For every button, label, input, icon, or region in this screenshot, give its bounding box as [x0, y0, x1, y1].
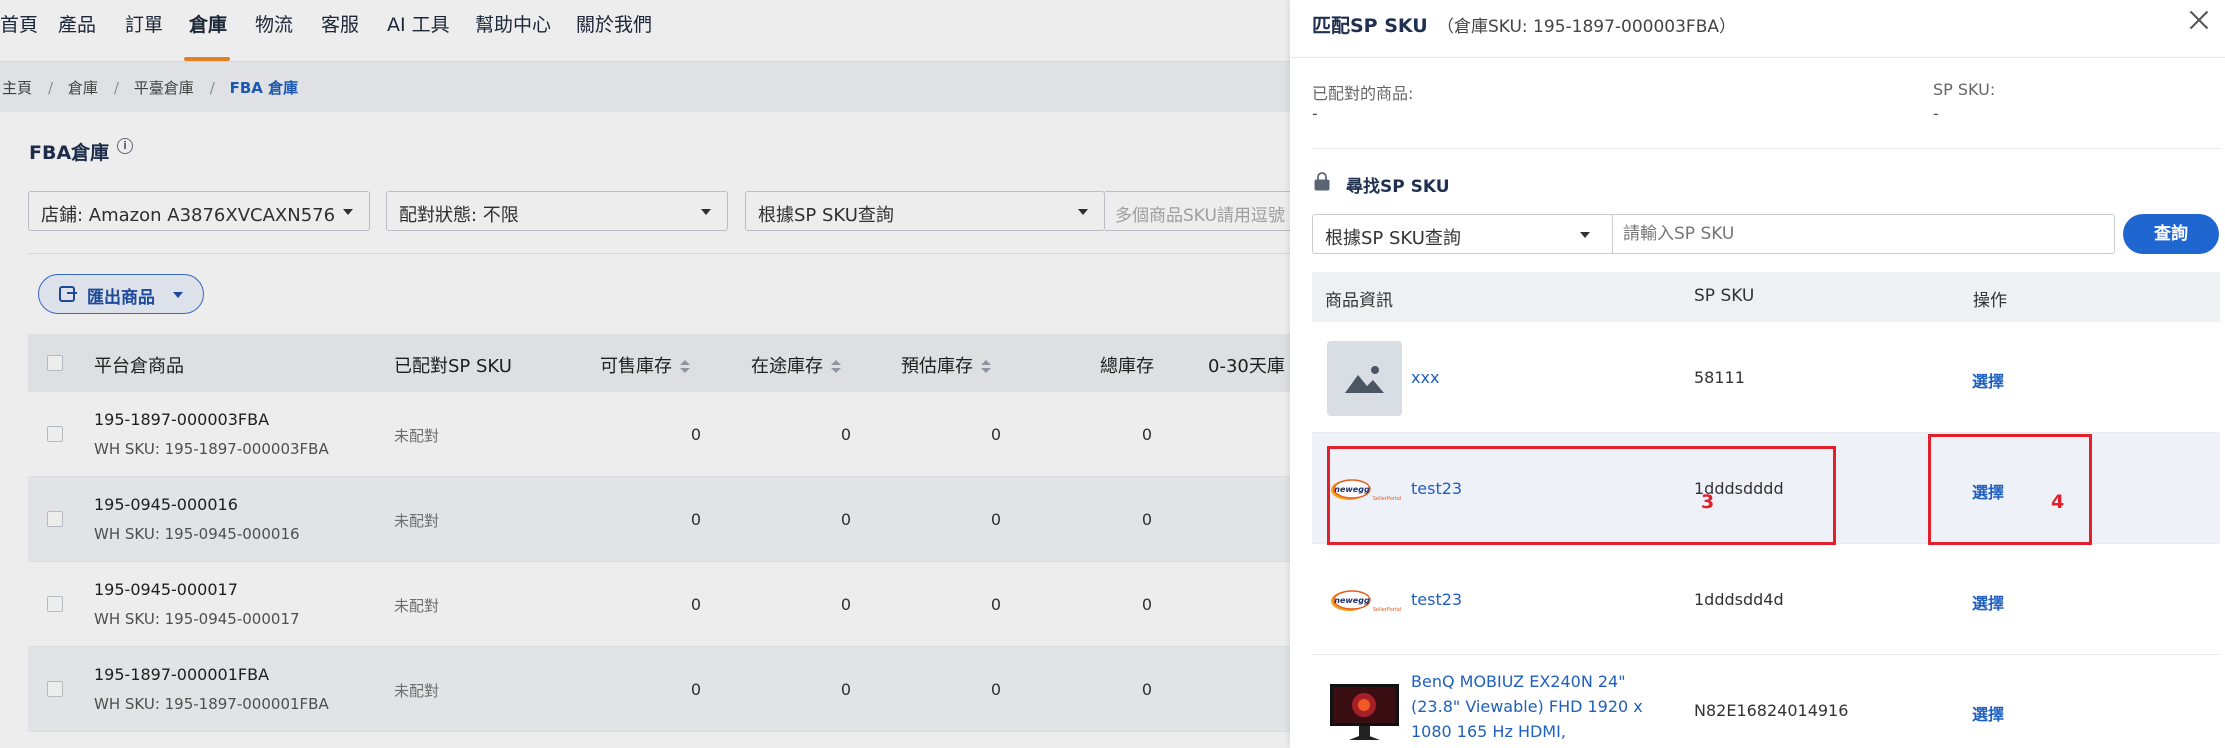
col-action: 操作 — [1973, 291, 2007, 311]
results-table-header: 商品資訊 SP SKU 操作 — [1312, 272, 2220, 322]
drawer-title: 匹配SP SKU — [1312, 15, 1428, 37]
newegg-logo: newegg SellerPortal — [1327, 563, 1402, 638]
monitor-photo — [1327, 674, 1402, 748]
warehouse-page: 首頁 產品 訂單 倉庫 物流 客服 AI 工具 幫助中心 關於我們 主頁 / 倉庫… — [0, 0, 1290, 748]
product-sp-sku: 58111 — [1694, 368, 1745, 387]
drawer-backdrop[interactable] — [0, 0, 1290, 748]
sp-sku-label: SP SKU: — [1933, 80, 1996, 99]
product-name-link[interactable]: test23 — [1411, 590, 1462, 609]
table-row: BenQ MOBIUZ EX240N 24" (23.8" Viewable) … — [1312, 655, 2220, 748]
search-button[interactable]: 查詢 — [2123, 214, 2219, 254]
divider — [1290, 57, 2225, 58]
product-sp-sku: 1dddsdd4d — [1694, 590, 1784, 609]
annotation-label-3: 3 — [1701, 491, 1715, 513]
close-icon[interactable] — [2189, 10, 2209, 30]
drawer-subtitle: （倉庫SKU: 195-1897-000003FBA） — [1437, 17, 1737, 37]
annotation-box-3 — [1327, 446, 1836, 545]
match-sp-sku-drawer: 匹配SP SKU （倉庫SKU: 195-1897-000003FBA） 已配對… — [1290, 0, 2225, 748]
col-sp-sku: SP SKU — [1694, 286, 1755, 306]
search-sp-sku-title: 尋找SP SKU — [1346, 177, 1450, 197]
annotation-box-4 — [1928, 434, 2092, 545]
search-mode-select[interactable]: 根據SP SKU查詢 — [1312, 214, 1612, 254]
sp-sku-value: - — [1933, 104, 1939, 123]
svg-text:newegg: newegg — [1334, 596, 1370, 605]
mapped-product-value: - — [1312, 104, 1318, 123]
product-name-link[interactable]: xxx — [1411, 368, 1439, 387]
shopping-bag-icon — [1314, 172, 1330, 191]
mapped-product-label: 已配對的商品: — [1312, 84, 1414, 103]
select-button[interactable]: 選擇 — [1972, 701, 2004, 725]
table-row: newegg SellerPortal test23 1dddsdd4d 選擇 — [1312, 544, 2220, 655]
table-row: xxx 58111 選擇 — [1312, 322, 2220, 433]
select-button[interactable]: 選擇 — [1972, 368, 2004, 392]
col-product-info: 商品資訊 — [1325, 291, 1393, 311]
svg-text:SellerPortal: SellerPortal — [1373, 607, 1402, 613]
divider — [1312, 148, 2220, 149]
annotation-label-4: 4 — [2051, 491, 2065, 513]
product-name-link[interactable]: BenQ MOBIUZ EX240N 24" (23.8" Viewable) … — [1411, 669, 1661, 748]
sp-sku-search-input[interactable] — [1612, 214, 2115, 254]
select-button[interactable]: 選擇 — [1972, 590, 2004, 614]
placeholder-image-icon — [1327, 341, 1402, 416]
product-sp-sku: N82E16824014916 — [1694, 701, 1849, 720]
chevron-down-icon — [1580, 232, 1590, 238]
